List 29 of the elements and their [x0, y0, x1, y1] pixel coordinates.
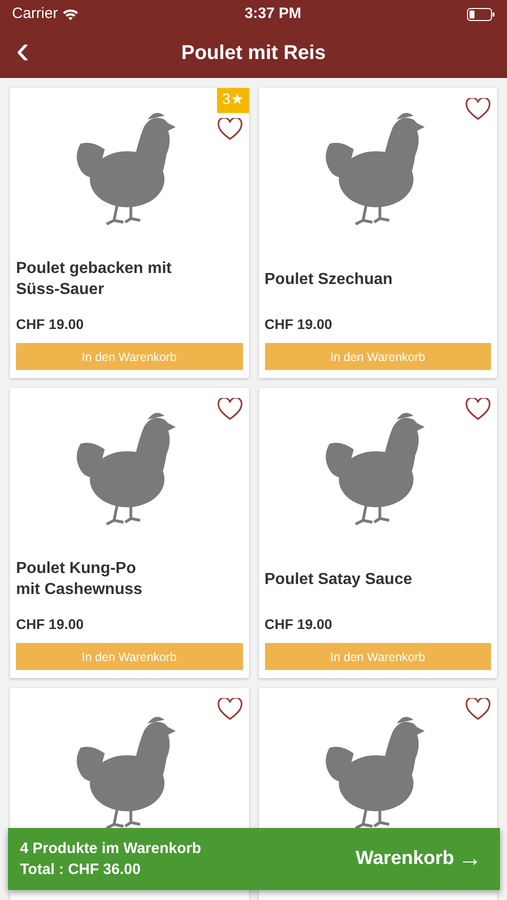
heart-icon[interactable] [216, 118, 242, 142]
add-to-cart-button[interactable]: In den Warenkorb [16, 343, 242, 370]
cart-count: 4 Produkte im Warenkorb [20, 839, 202, 859]
wifi-icon [62, 8, 79, 20]
heart-icon[interactable] [465, 98, 491, 122]
product-price: CHF 19.00 [264, 615, 334, 634]
battery-icon [466, 8, 495, 20]
back-button[interactable]: ‹ [12, 30, 34, 70]
status-time: 3:37 PM [244, 4, 302, 24]
product-name: Poulet Szechuan [264, 270, 394, 290]
page-title: Poulet mit Reis [181, 41, 326, 66]
heart-icon[interactable] [465, 698, 491, 722]
arrow-icon: → [458, 847, 482, 871]
product-name: Poulet Satay Sauce [264, 570, 414, 590]
cart-button[interactable]: Warenkorb → [350, 844, 488, 874]
rating-badge: 3★ [217, 88, 248, 112]
product-price: CHF 19.00 [16, 315, 85, 334]
add-to-cart-button[interactable]: In den Warenkorb [264, 643, 491, 670]
cart-total: Total : CHF 36.00 [20, 860, 142, 880]
product-price: CHF 19.00 [264, 315, 334, 334]
carrier-label: Carrier [12, 4, 58, 24]
add-to-cart-button[interactable]: In den Warenkorb [264, 343, 491, 370]
product-name: Poulet gebacken mit Süss-Sauer [16, 259, 173, 300]
heart-icon[interactable] [465, 398, 491, 422]
heart-icon[interactable] [216, 698, 242, 722]
product-name: Poulet Kung-Po mit Cashewnuss [16, 559, 144, 600]
add-to-cart-button[interactable]: In den Warenkorb [16, 643, 242, 670]
heart-icon[interactable] [216, 398, 242, 422]
product-price: CHF 19.00 [16, 615, 85, 634]
